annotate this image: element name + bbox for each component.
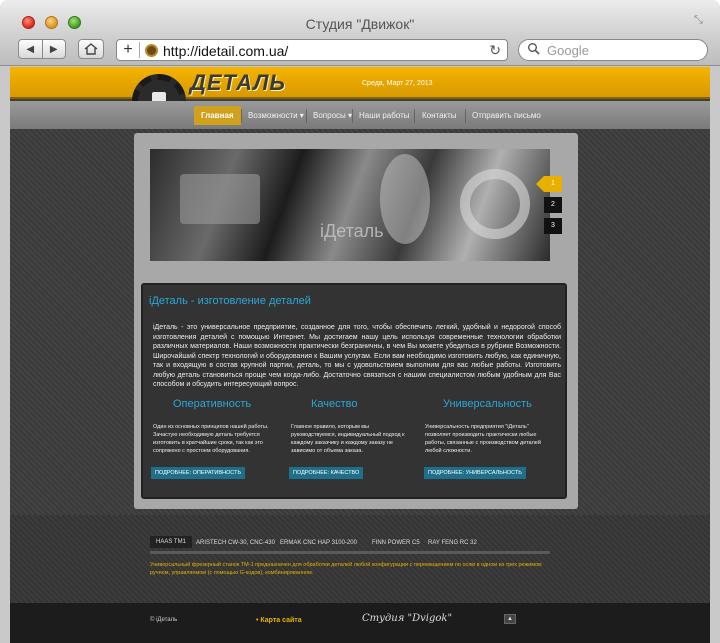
nav-divider — [241, 109, 242, 123]
slider-machine-image — [180, 174, 260, 224]
site-favicon-icon — [145, 44, 158, 57]
feature-title-speed: Оперативность — [173, 398, 252, 410]
address-bar[interactable]: + http://idetail.com.ua/ ↻ — [116, 39, 508, 61]
nav-divider — [465, 109, 466, 123]
site-logo-text[interactable]: ДЕТАЛЬ — [190, 70, 286, 96]
nav-divider — [414, 109, 415, 123]
search-icon[interactable] — [527, 42, 541, 59]
header-date: Среда, Март 27, 2013 — [362, 80, 433, 87]
sitemap-link[interactable]: • Карта сайта — [256, 617, 302, 624]
slider-caption: iДеталь — [320, 221, 384, 241]
nav-divider — [352, 109, 353, 123]
tab-finn-power[interactable]: FINN POWER C5 — [372, 540, 420, 546]
slide-button-1[interactable]: 1 — [544, 176, 562, 192]
resize-icon[interactable]: ⤡ — [694, 14, 706, 26]
url-separator — [139, 42, 140, 58]
main-nav: Главная Возможности ▾ Вопросы ▾ Наши раб… — [10, 101, 710, 129]
browser-window: Студия "Движок" ⤡ ◀ ▶ + http://idetail.c… — [0, 0, 720, 643]
machines-section: HAAS TM1 ARISTECH CW-30, CNC-430 ERMAK C… — [10, 515, 710, 603]
nav-item-questions[interactable]: Вопросы ▾ — [313, 111, 352, 120]
content-panel: iДеталь 1 2 3 iДеталь - изготовление дет… — [134, 133, 578, 509]
history-nav: ◀ ▶ — [18, 39, 66, 59]
add-bookmark-button[interactable]: + — [120, 41, 136, 59]
copyright: © iДеталь — [150, 617, 178, 623]
nav-item-home[interactable]: Главная — [194, 106, 241, 125]
intro-text: iДеталь - это универсальное предприятие,… — [153, 324, 561, 388]
browser-toolbar: ◀ ▶ + http://idetail.com.ua/ ↻ Google — [0, 34, 720, 66]
search-placeholder: Google — [547, 43, 589, 58]
nav-item-works[interactable]: Наши работы — [359, 111, 410, 120]
more-universal-button[interactable]: ПОДРОБНЕЕ: УНИВЕРСАЛЬНОСТЬ — [424, 467, 526, 479]
site-header: Среда, Март 27, 2013 — [10, 67, 710, 99]
feature-text-universal: Универсальность предприятия "iДеталь" по… — [425, 424, 541, 454]
tab-ermak[interactable]: ERMAK CNC HAP 3100-200 — [280, 540, 357, 546]
intro-box: iДеталь - изготовление деталей iДеталь -… — [141, 283, 567, 499]
machine-tabs: HAAS TM1 ARISTECH CW-30, CNC-430 ERMAK C… — [150, 536, 550, 552]
more-speed-button[interactable]: ПОДРОБНЕЕ: ОПЕРАТИВНОСТЬ — [151, 467, 246, 479]
url-text[interactable]: http://idetail.com.ua/ — [163, 43, 288, 59]
feature-text-quality: Главное правило, которым мы руководствуе… — [291, 424, 405, 454]
back-button[interactable]: ◀ — [19, 40, 43, 58]
main-content-area: iДеталь 1 2 3 iДеталь - изготовление дет… — [10, 129, 710, 515]
intro-title: iДеталь - изготовление деталей — [149, 295, 311, 307]
window-title: Студия "Движок" — [305, 16, 415, 32]
slide-pointer-icon — [536, 176, 544, 192]
search-input[interactable]: Google — [518, 39, 708, 61]
feature-title-universal: Универсальность — [443, 398, 532, 410]
feature-text-speed: Один из основных принципов нашей работы.… — [153, 424, 269, 454]
nav-divider — [306, 109, 307, 123]
studio-signature[interactable]: Студия "Dvigok" — [362, 613, 452, 624]
title-bar: Студия "Движок" ⤡ — [0, 0, 720, 34]
nav-item-send-letter[interactable]: Отправить письмо — [472, 111, 541, 120]
slider-machine-image — [380, 154, 430, 244]
scroll-top-button[interactable]: ▲ — [504, 614, 516, 624]
home-icon — [84, 43, 98, 55]
feature-title-quality: Качество — [311, 398, 358, 410]
reload-icon[interactable]: ↻ — [489, 42, 501, 59]
tab-aristech[interactable]: ARISTECH CW-30, CNC-430 — [196, 540, 275, 546]
image-slider[interactable]: iДеталь — [150, 149, 550, 261]
tab-haas[interactable]: HAAS TM1 — [150, 536, 192, 548]
sitemap-label[interactable]: Карта сайта — [260, 617, 301, 624]
home-button[interactable] — [78, 39, 104, 59]
slide-button-2[interactable]: 2 — [544, 197, 562, 213]
slider-machine-image — [460, 169, 530, 239]
tabs-divider — [150, 551, 550, 554]
site-footer: © iДеталь • Карта сайта Студия "Dvigok" … — [10, 603, 710, 643]
website-viewport: Среда, Март 27, 2013 ДЕТАЛЬ Главная Возм… — [10, 67, 710, 643]
tab-ray-feng[interactable]: RAY FENG RC 32 — [428, 540, 477, 546]
nav-item-contacts[interactable]: Контакты — [422, 111, 457, 120]
slide-button-3[interactable]: 3 — [544, 218, 562, 234]
forward-button[interactable]: ▶ — [43, 40, 66, 58]
machine-description: Универсальный фрезерный станок ТМ-1 пред… — [150, 562, 543, 576]
nav-item-features[interactable]: Возможности ▾ — [248, 111, 304, 120]
more-quality-button[interactable]: ПОДРОБНЕЕ: КАЧЕСТВО — [289, 467, 364, 479]
